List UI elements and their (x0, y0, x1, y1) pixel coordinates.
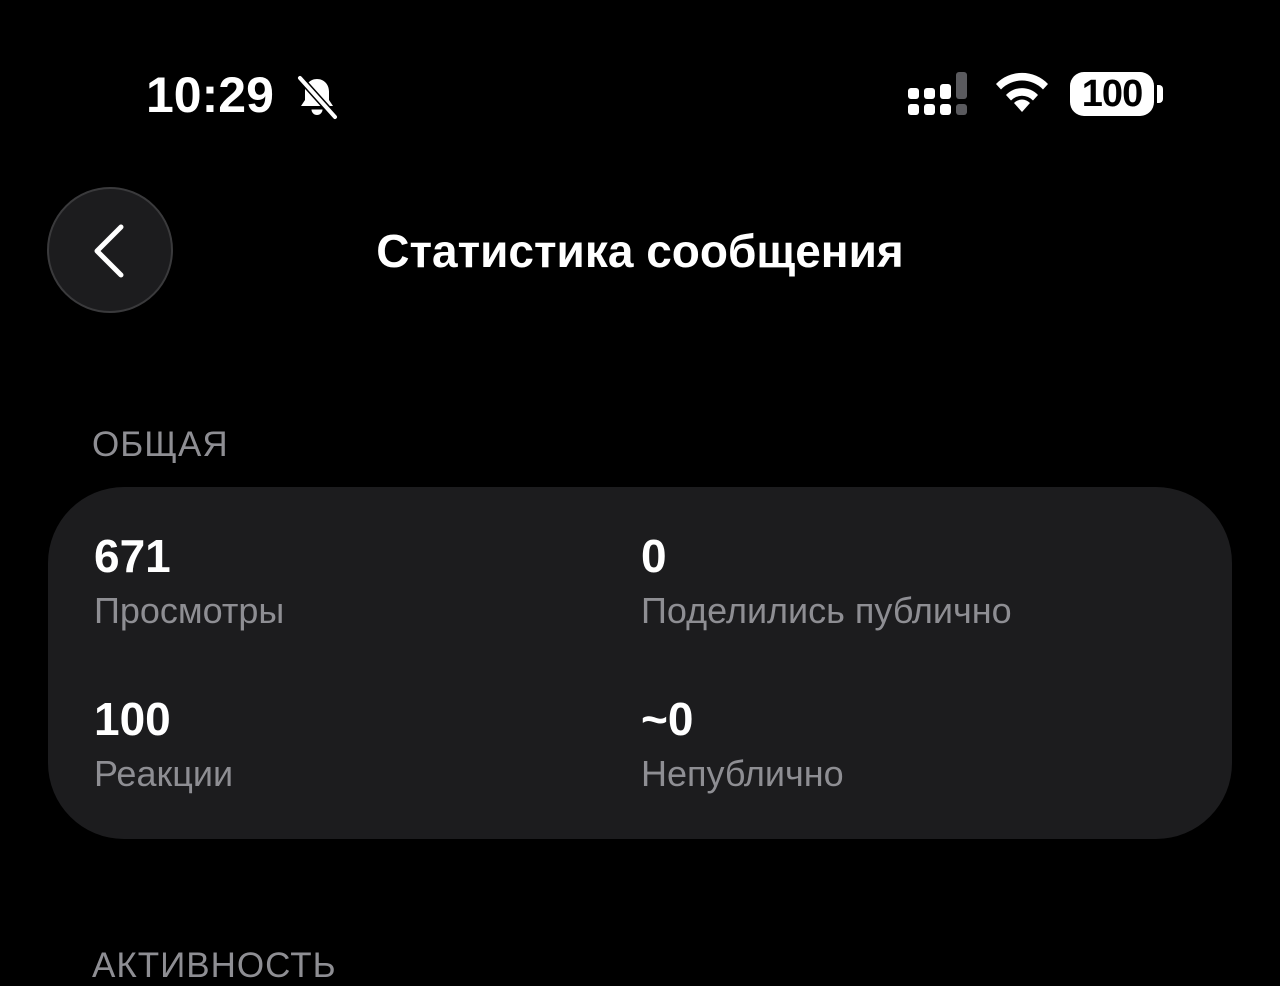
section-label-general: ОБЩАЯ (92, 425, 229, 464)
stat-shared-public: 0 Поделились публично (641, 529, 1012, 633)
stat-views: 671 Просмотры (94, 529, 284, 633)
stat-shared-public-value: 0 (641, 530, 667, 582)
section-label-activity: АКТИВНОСТЬ (92, 946, 337, 985)
stat-reactions-label: Реакции (94, 753, 234, 794)
stat-shared-public-label: Поделились публично (641, 590, 1012, 631)
status-bar: 10:29 100 (0, 0, 1280, 190)
stat-views-label: Просмотры (94, 590, 285, 631)
stat-private-value: ~0 (641, 693, 694, 745)
page-title: Статистика сообщения (376, 225, 904, 277)
battery-tip (1157, 85, 1163, 103)
stat-views-value: 671 (94, 530, 171, 582)
bell-slash-icon (296, 74, 339, 120)
battery-icon: 100 (1070, 72, 1154, 116)
wifi-icon (996, 72, 1048, 112)
stat-reactions-value: 100 (94, 693, 171, 745)
general-stats-card: 671 Просмотры 0 Поделились публично 100 … (48, 487, 1232, 839)
stat-private-label: Непублично (641, 753, 844, 794)
cellular-signal-icon (908, 72, 967, 115)
stat-private: ~0 Непублично (641, 692, 844, 796)
status-time: 10:29 (146, 67, 274, 123)
stat-reactions: 100 Реакции (94, 692, 233, 796)
